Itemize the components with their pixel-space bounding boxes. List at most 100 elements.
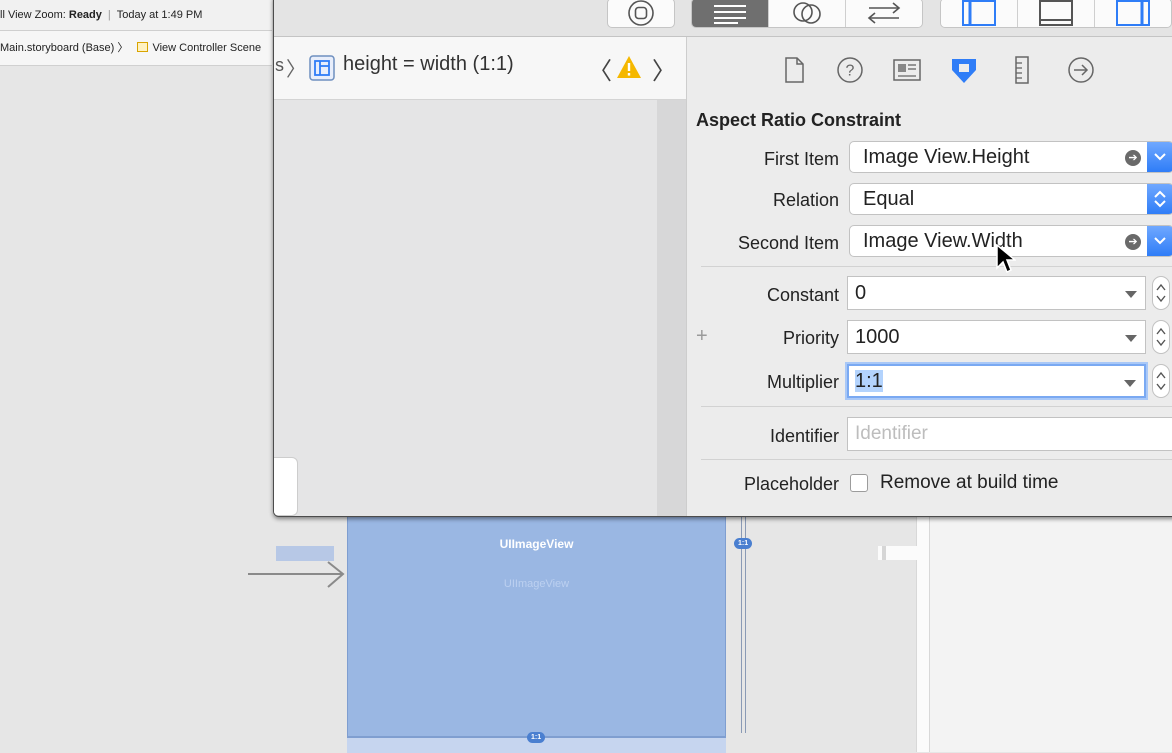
ruler-icon — [1015, 56, 1029, 84]
editor-canvas[interactable]: › — [274, 100, 657, 516]
connections-inspector-tab[interactable] — [1066, 55, 1096, 85]
previous-issue-button[interactable]: 〈 — [588, 51, 612, 86]
divider — [701, 406, 1172, 407]
stop-button[interactable] — [607, 0, 675, 28]
mouse-pointer-icon — [996, 244, 1016, 274]
jump-bar-separator: 〉 — [286, 59, 306, 81]
image-view[interactable]: UIImageView UIImageView — [347, 515, 726, 737]
swap-arrows-icon — [867, 2, 901, 24]
divider — [701, 266, 1172, 267]
attributes-inspector-tab[interactable] — [949, 55, 979, 85]
multiplier-field[interactable]: 1:1 — [847, 364, 1146, 398]
aspect-badge-bottom[interactable]: 1:1 — [527, 732, 546, 743]
toolbar — [274, 0, 1172, 37]
stop-circle-icon — [628, 0, 654, 26]
background-jump-bar: Main.storyboard (Base) 〉 View Controller… — [0, 31, 272, 66]
background-status-bar: ll View Zoom: Ready | Today at 1:49 PM — [0, 0, 272, 31]
first-item-value: Image View.Height — [863, 146, 1030, 168]
entry-point-arrow-icon[interactable] — [248, 560, 348, 590]
assistant-editor-button[interactable] — [769, 0, 846, 27]
first-item-label: First Item — [764, 149, 839, 169]
status-prefix: ll View Zoom: — [0, 9, 69, 21]
version-editor-button[interactable] — [846, 0, 922, 27]
relation-popup[interactable]: Equal — [849, 183, 1172, 215]
warning-icon[interactable] — [616, 55, 642, 79]
question-circle-icon: ? — [837, 57, 863, 83]
svg-text:?: ? — [846, 63, 855, 80]
canvas-scroller-stub — [878, 546, 928, 560]
identifier-placeholder: Identifier — [855, 423, 928, 444]
quick-help-tab[interactable]: ? — [835, 55, 865, 85]
go-arrow-icon[interactable]: ➔ — [1125, 150, 1141, 166]
second-item-label: Second Item — [737, 233, 839, 253]
constant-value: 0 — [855, 282, 867, 304]
priority-label: Priority — [782, 328, 839, 348]
constant-label: Constant — [766, 285, 839, 305]
constant-stepper[interactable] — [1152, 276, 1170, 310]
venn-icon — [793, 2, 821, 24]
panel-toggle-segment — [940, 0, 1172, 28]
breadcrumb-storyboard[interactable]: Main.storyboard (Base) — [0, 42, 114, 54]
editor-mode-segment — [691, 0, 923, 28]
jump-bar-fragment: s — [275, 55, 284, 75]
placeholder-checkbox[interactable] — [850, 474, 868, 492]
identity-card-icon — [893, 59, 921, 81]
file-inspector-tab[interactable] — [779, 55, 809, 85]
file-icon — [785, 57, 804, 83]
first-item-popup[interactable]: Image View.Height ➔ — [849, 141, 1172, 173]
bottom-panel-icon — [1039, 0, 1073, 26]
breadcrumb-separator: 〉 — [117, 42, 129, 54]
breadcrumb-scene[interactable]: View Controller Scene — [152, 42, 261, 54]
dropdown-triangle-icon[interactable] — [1125, 291, 1137, 298]
toggle-debug-area-button[interactable] — [1018, 0, 1095, 27]
priority-field[interactable]: 1000 — [847, 320, 1146, 354]
section-title: Aspect Ratio Constraint — [696, 110, 902, 130]
constant-field[interactable]: 0 — [847, 276, 1146, 310]
dropdown-triangle-icon[interactable] — [1124, 380, 1136, 387]
jump-bar-constraint-label[interactable]: height = width (1:1) — [343, 53, 514, 76]
scene-folder-icon — [137, 42, 149, 52]
identifier-field[interactable]: Identifier — [847, 417, 1172, 451]
canvas-label-stub — [276, 546, 334, 561]
go-arrow-icon[interactable]: ➔ — [1125, 234, 1141, 250]
up-down-chevron-icon[interactable] — [1147, 184, 1172, 214]
size-inspector-tab[interactable] — [1007, 55, 1037, 85]
toggle-navigator-button[interactable] — [941, 0, 1018, 27]
standard-editor-button[interactable] — [692, 0, 769, 27]
attributes-inspector-panel: ? Aspect Ratio Constraint First Item Ima… — [686, 37, 1172, 516]
chevron-down-icon[interactable] — [1147, 142, 1172, 172]
multiplier-value: 1:1 — [855, 370, 883, 392]
canvas-right-area — [930, 515, 1172, 752]
left-panel-icon — [962, 0, 996, 26]
relation-value: Equal — [863, 188, 915, 210]
placeholder-label: Placeholder — [743, 474, 839, 494]
priority-value: 1000 — [855, 326, 900, 348]
status-ready: Ready — [68, 9, 102, 21]
multiplier-label: Multiplier — [766, 372, 839, 392]
priority-stepper[interactable] — [1152, 320, 1170, 354]
jump-bar: s 〉 height = width (1:1) 〈 〉 — [274, 37, 686, 100]
constraint-icon — [309, 55, 335, 81]
attributes-shield-icon — [952, 59, 976, 83]
dropdown-triangle-icon[interactable] — [1125, 335, 1137, 342]
inspector-tab-bar: ? — [687, 37, 1172, 99]
right-panel-icon — [1116, 0, 1150, 26]
xcode-window: s 〉 height = width (1:1) 〈 〉 › ? — [273, 0, 1172, 517]
relation-label: Relation — [772, 190, 839, 210]
image-view-subtitle: UIImageView — [503, 578, 570, 590]
lines-icon — [714, 5, 746, 24]
editor-gutter — [657, 100, 686, 516]
aspect-badge-side[interactable]: 1:1 — [734, 538, 753, 549]
identifier-label: Identifier — [769, 426, 839, 446]
identity-inspector-tab[interactable] — [892, 55, 922, 85]
next-issue-button[interactable]: 〉 — [652, 51, 676, 86]
arrow-circle-icon — [1068, 57, 1094, 83]
chevron-down-icon[interactable] — [1147, 226, 1172, 256]
toggle-utilities-button[interactable] — [1095, 0, 1171, 27]
status-time: Today at 1:49 PM — [116, 9, 203, 21]
placeholder-checkbox-label[interactable]: Remove at build time — [880, 472, 1058, 494]
image-view-title: UIImageView — [499, 537, 574, 551]
canvas-card-edge — [274, 457, 298, 516]
multiplier-stepper[interactable] — [1152, 364, 1170, 398]
status-divider: | — [107, 9, 111, 21]
